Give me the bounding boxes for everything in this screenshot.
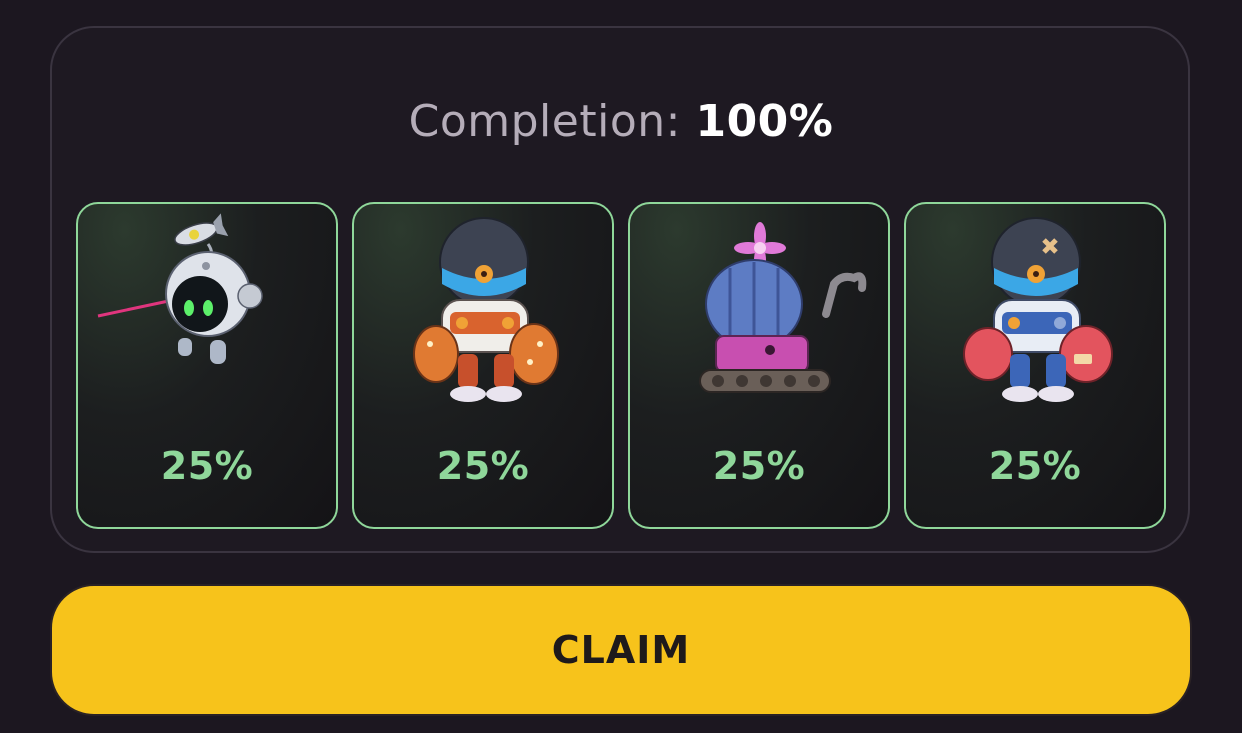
completion-label: Completion: [408,96,681,147]
completion-heading: Completion: 100% [0,96,1242,148]
cactus-tank-robot-icon [699,222,867,393]
collection-card-3[interactable]: 25% [628,202,890,529]
completion-value: 100% [695,96,834,147]
card-percent: 25% [712,444,806,488]
orange-mech-robot-icon [413,217,559,402]
satellite-robot-icon [97,213,263,364]
claim-button[interactable]: CLAIM [50,584,1192,716]
card-percent: 25% [436,444,530,488]
collection-screen: Completion: 100% 25% 25% 25% 25% CLAIM [0,0,1242,733]
claim-button-label: CLAIM [551,628,691,672]
blue-mech-robot-icon [963,217,1113,402]
card-percent: 25% [160,444,254,488]
collection-card-2[interactable]: 25% [352,202,614,529]
card-percent: 25% [988,444,1082,488]
collection-card-1[interactable]: 25% [76,202,338,529]
collection-card-4[interactable]: 25% [904,202,1166,529]
